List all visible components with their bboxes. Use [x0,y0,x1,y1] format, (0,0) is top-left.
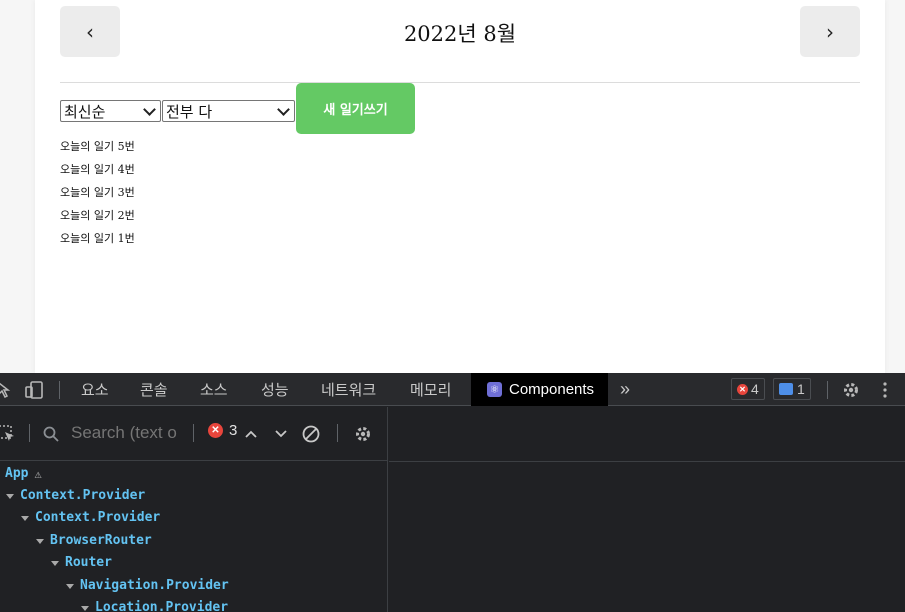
react-icon: ⚛ [487,382,502,397]
chevron-up-icon[interactable] [243,417,259,450]
sort-select[interactable]: 최신순 [60,100,161,122]
tree-node[interactable]: Context.Provider [6,485,145,507]
component-error-count[interactable]: ✕ 3 [208,422,237,439]
component-tree-pane: ✕ 3 App ⚠ Context.Pro [0,407,388,612]
error-count: 4 [751,381,759,397]
diary-list-item[interactable]: 오늘의 일기 1번 [60,227,135,250]
toolbar-separator [193,424,194,442]
filter-select[interactable]: 전부 다 [162,100,295,122]
devtools-panel: 요소 콘솔 소스 성능 네트워크 메모리 ⚛ Components » ✕ 4 … [0,373,905,612]
tab-performance[interactable]: 성능 [261,373,289,406]
tree-node-label: Router [65,555,112,570]
details-divider [389,461,905,462]
kebab-menu-icon[interactable] [878,373,892,406]
search-icon [41,417,61,450]
diary-list-item[interactable]: 오늘의 일기 5번 [60,135,135,158]
diary-list: 오늘의 일기 5번 오늘의 일기 4번 오늘의 일기 3번 오늘의 일기 2번 … [60,135,135,250]
devtools-tab-bar: 요소 콘솔 소스 성능 네트워크 메모리 ⚛ Components » ✕ 4 … [0,373,905,406]
tab-network[interactable]: 네트워크 [321,373,376,406]
month-title: 2022년 8월 [403,22,517,46]
sort-select-value: 최신순 [64,102,106,121]
toolbar-separator [29,424,30,442]
tab-console[interactable]: 콘솔 [140,373,168,406]
diary-list-item[interactable]: 오늘의 일기 4번 [60,158,135,181]
tab-separator [59,381,60,399]
filter-select-value: 전부 다 [166,102,213,121]
message-count-badge[interactable]: 1 [773,378,811,400]
expand-triangle-icon[interactable] [51,560,59,566]
diary-controls: 최신순 전부 다 새 일기쓰기 [60,83,415,134]
warning-icon: ⚠ [34,467,42,481]
tab-memory[interactable]: 메모리 [410,373,451,406]
tree-node[interactable]: Location.Provider [81,597,228,612]
chevron-down-icon[interactable] [273,417,289,450]
toolbar-separator [337,424,338,442]
device-toggle-icon[interactable] [24,373,46,406]
clear-icon[interactable] [301,417,321,450]
inspect-icon[interactable] [0,373,14,406]
new-diary-button[interactable]: 새 일기쓰기 [296,83,415,134]
expand-triangle-icon[interactable] [21,515,29,521]
tree-node[interactable]: BrowserRouter [36,530,152,552]
settings-gear-icon[interactable] [352,417,374,450]
tab-components[interactable]: ⚛ Components [471,373,609,406]
chevron-down-icon [277,102,290,116]
error-icon: ✕ [208,423,223,438]
diary-list-item[interactable]: 오늘의 일기 3번 [60,181,135,204]
message-count: 1 [797,381,805,397]
expand-triangle-icon[interactable] [6,493,14,499]
message-icon [779,383,793,395]
next-month-button[interactable]: › [800,6,860,57]
tree-node-label: Location.Provider [95,600,229,612]
tab-sources[interactable]: 소스 [200,373,228,406]
expand-triangle-icon[interactable] [66,583,74,589]
tab-components-label: Components [509,381,595,398]
expand-triangle-icon[interactable] [36,538,44,544]
component-search-input[interactable] [71,423,181,443]
diary-list-item[interactable]: 오늘의 일기 2번 [60,204,135,227]
tree-node-label: BrowserRouter [50,533,152,548]
tree-node-app[interactable]: App ⚠ [5,463,42,485]
error-count-badge[interactable]: ✕ 4 [731,378,765,400]
component-details-pane [389,407,905,612]
tree-node[interactable]: Navigation.Provider [66,575,229,597]
component-toolbar: ✕ 3 [0,407,388,461]
chevron-down-icon [143,102,156,116]
tree-node-label: Navigation.Provider [80,578,229,593]
diary-app-page: ‹ 2022년 8월 › 최신순 전부 다 새 일기쓰기 오늘의 일기 5번 오… [35,0,885,373]
tree-node-label: Context.Provider [20,488,146,503]
tree-node[interactable]: Router [51,552,112,574]
error-icon: ✕ [737,383,748,395]
tab-separator [827,381,828,399]
tab-elements[interactable]: 요소 [81,373,109,406]
gear-icon[interactable] [840,373,862,406]
tree-node-label: App [5,466,29,481]
component-error-count-value: 3 [229,422,238,439]
expand-triangle-icon[interactable] [81,605,89,611]
tree-node-label: Context.Provider [35,510,161,525]
select-element-icon[interactable] [0,417,18,450]
more-tabs-button[interactable]: » [620,373,630,406]
tree-node[interactable]: Context.Provider [21,507,160,529]
